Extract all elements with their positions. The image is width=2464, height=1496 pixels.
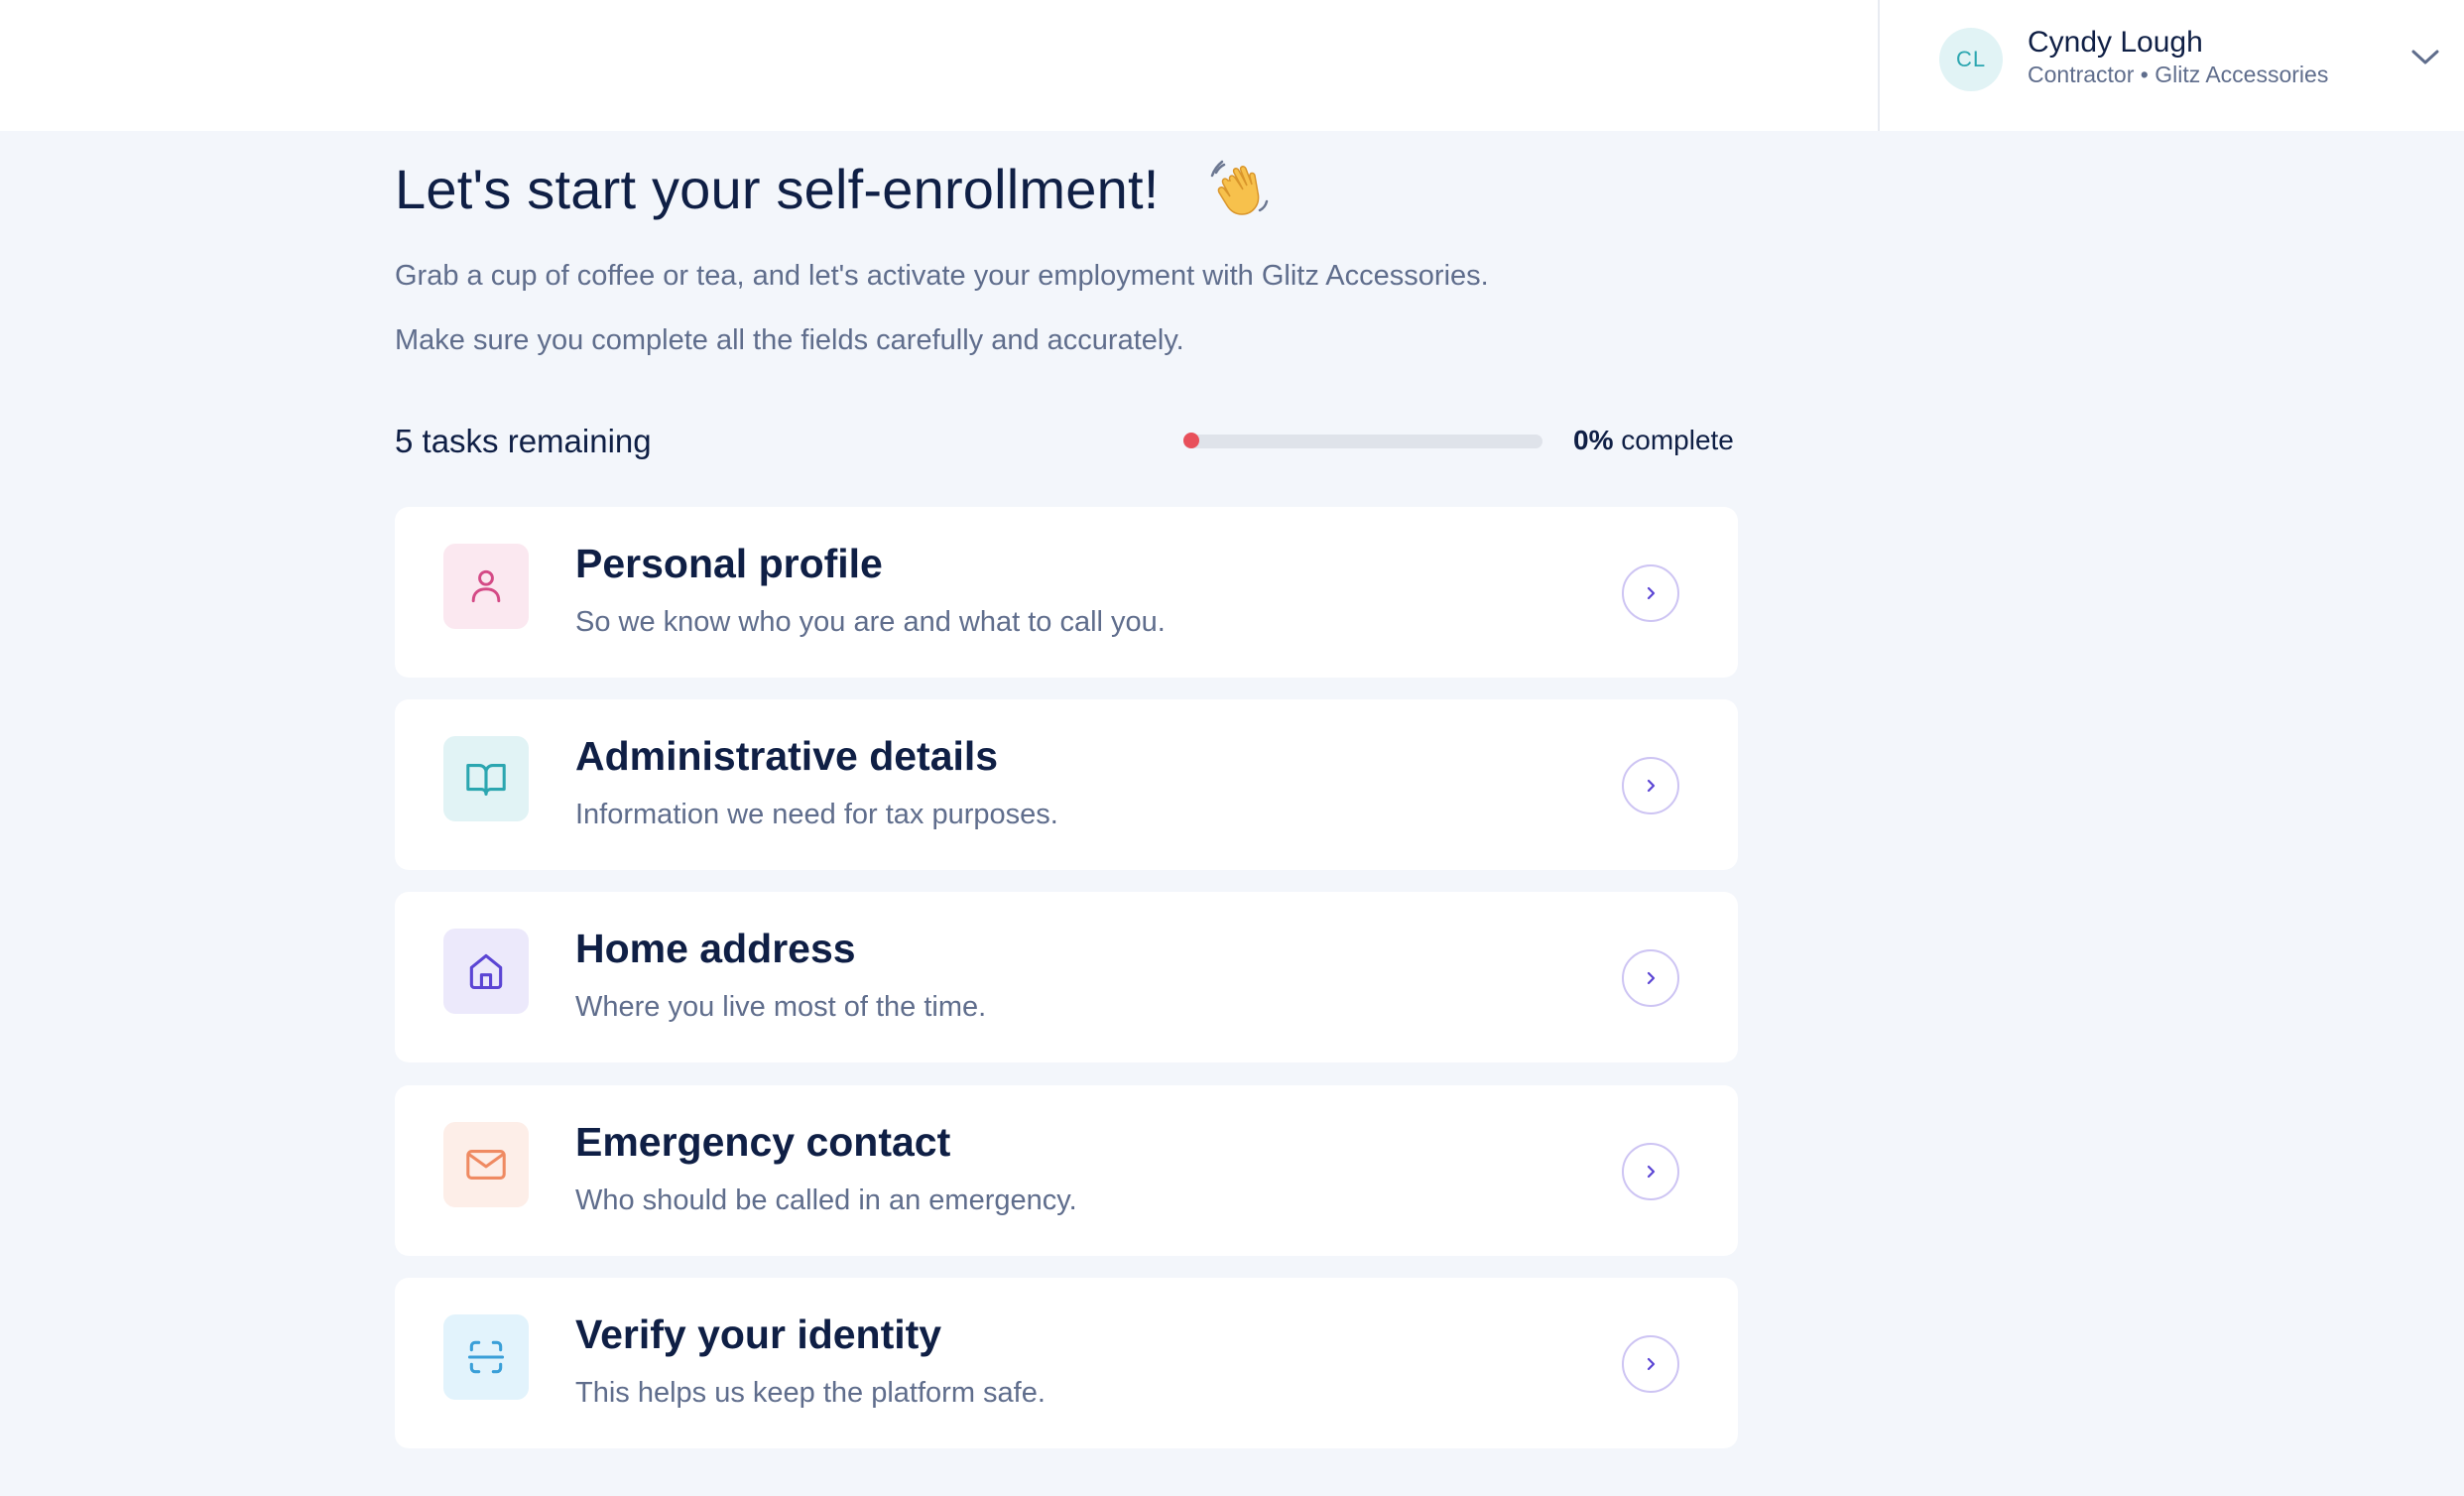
progress-percent: 0% [1573, 425, 1614, 455]
user-menu[interactable]: CL Cyndy Lough Contractor • Glitz Access… [1878, 0, 2464, 131]
chevron-right-icon[interactable] [1622, 1335, 1679, 1393]
chevron-down-icon[interactable] [2405, 38, 2445, 77]
user-role: Contractor • Glitz Accessories [2028, 62, 2329, 87]
waving-hand-icon [1210, 159, 1272, 220]
top-bar: CL Cyndy Lough Contractor • Glitz Access… [0, 0, 2464, 131]
chevron-right-icon[interactable] [1622, 564, 1679, 622]
task-title: Home address [575, 926, 856, 971]
progress-indicator [1183, 433, 1199, 448]
tasks-remaining: 5 tasks remaining [395, 423, 652, 459]
progress-label: 0% complete [1573, 425, 1734, 456]
mail-icon [443, 1122, 529, 1207]
task-title: Personal profile [575, 541, 883, 586]
task-card-home-address[interactable]: Home address Where you live most of the … [395, 892, 1738, 1062]
task-title: Administrative details [575, 733, 999, 779]
task-description: Who should be called in an emergency. [575, 1184, 1077, 1216]
intro-text: Grab a cup of coffee or tea, and let's a… [395, 260, 1489, 292]
task-description: This helps us keep the platform safe. [575, 1377, 1046, 1409]
task-card-emergency-contact[interactable]: Emergency contact Who should be called i… [395, 1085, 1738, 1256]
task-card-verify-identity[interactable]: Verify your identity This helps us keep … [395, 1278, 1738, 1448]
task-description: So we know who you are and what to call … [575, 606, 1166, 638]
page-title: Let's start your self-enrollment! [395, 158, 1160, 220]
scan-icon [443, 1314, 529, 1400]
user-name: Cyndy Lough [2028, 26, 2203, 59]
task-title: Verify your identity [575, 1311, 942, 1357]
progress-suffix: complete [1621, 425, 1734, 455]
task-card-administrative-details[interactable]: Administrative details Information we ne… [395, 699, 1738, 870]
task-description: Information we need for tax purposes. [575, 799, 1058, 830]
user-icon [443, 544, 529, 629]
task-card-personal-profile[interactable]: Personal profile So we know who you are … [395, 507, 1738, 678]
progress-bar [1183, 435, 1542, 448]
instruction-text: Make sure you complete all the fields ca… [395, 324, 1184, 356]
chevron-right-icon[interactable] [1622, 757, 1679, 814]
chevron-right-icon[interactable] [1622, 1143, 1679, 1200]
task-description: Where you live most of the time. [575, 991, 987, 1023]
avatar: CL [1939, 28, 2003, 91]
book-open-icon [443, 736, 529, 821]
chevron-right-icon[interactable] [1622, 949, 1679, 1007]
home-icon [443, 929, 529, 1014]
task-title: Emergency contact [575, 1119, 951, 1165]
